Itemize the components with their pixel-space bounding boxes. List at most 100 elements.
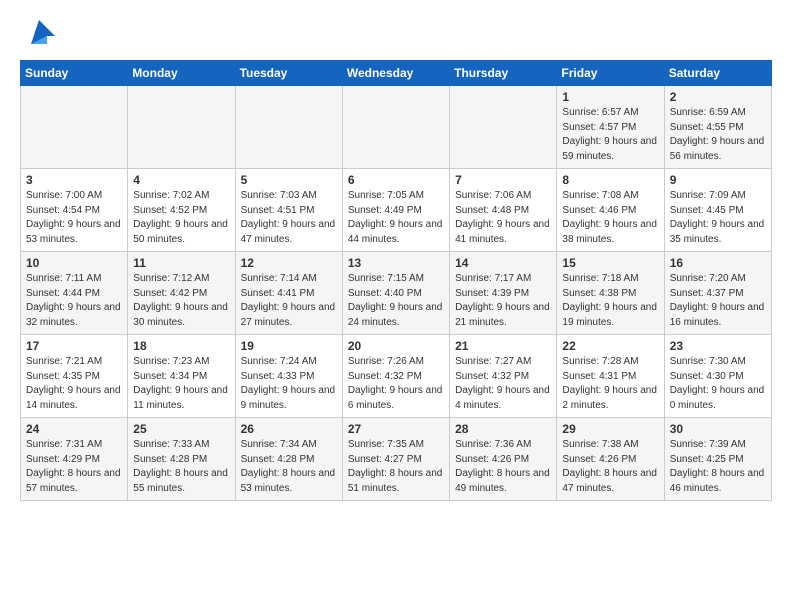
cell-3-3: 20 Sunrise: 7:26 AM Sunset: 4:32 PM Dayli… xyxy=(342,335,449,418)
day-number: 14 xyxy=(455,256,551,270)
day-number: 4 xyxy=(133,173,229,187)
weekday-thursday: Thursday xyxy=(450,61,557,86)
cell-3-4: 21 Sunrise: 7:27 AM Sunset: 4:32 PM Dayli… xyxy=(450,335,557,418)
cell-content: Sunrise: 7:30 AM Sunset: 4:30 PM Dayligh… xyxy=(670,355,766,413)
cell-2-3: 13 Sunrise: 7:15 AM Sunset: 4:40 PM Dayli… xyxy=(342,252,449,335)
cell-0-6: 2Sunrise: 6:59 AM Sunset: 4:55 PM Daylig… xyxy=(664,86,771,169)
day-number: 13 xyxy=(348,256,444,270)
day-number: 17 xyxy=(26,339,122,353)
cell-content: Sunrise: 6:59 AM Sunset: 4:55 PM Dayligh… xyxy=(670,106,766,164)
cell-content: Sunrise: 7:17 AM Sunset: 4:39 PM Dayligh… xyxy=(455,272,551,330)
day-number: 12 xyxy=(241,256,337,270)
cell-content: Sunrise: 7:31 AM Sunset: 4:29 PM Dayligh… xyxy=(26,438,122,496)
cell-3-0: 17 Sunrise: 7:21 AM Sunset: 4:35 PM Dayli… xyxy=(21,335,128,418)
day-number: 25 xyxy=(133,422,229,436)
cell-2-4: 14 Sunrise: 7:17 AM Sunset: 4:39 PM Dayli… xyxy=(450,252,557,335)
cell-content: Sunrise: 7:09 AM Sunset: 4:45 PM Dayligh… xyxy=(670,189,766,247)
cell-2-2: 12 Sunrise: 7:14 AM Sunset: 4:41 PM Dayli… xyxy=(235,252,342,335)
cell-content: Sunrise: 7:15 AM Sunset: 4:40 PM Dayligh… xyxy=(348,272,444,330)
cell-1-2: 5 Sunrise: 7:03 AM Sunset: 4:51 PM Daylig… xyxy=(235,169,342,252)
cell-content: Sunrise: 7:26 AM Sunset: 4:32 PM Dayligh… xyxy=(348,355,444,413)
cell-4-4: 28Sunrise: 7:36 AM Sunset: 4:26 PM Dayli… xyxy=(450,418,557,501)
cell-content: Sunrise: 7:34 AM Sunset: 4:28 PM Dayligh… xyxy=(241,438,337,496)
cell-1-6: 9 Sunrise: 7:09 AM Sunset: 4:45 PM Daylig… xyxy=(664,169,771,252)
cell-4-3: 27 Sunrise: 7:35 AM Sunset: 4:27 PM Dayli… xyxy=(342,418,449,501)
cell-0-5: 1Sunrise: 6:57 AM Sunset: 4:57 PM Daylig… xyxy=(557,86,664,169)
cell-content: Sunrise: 7:12 AM Sunset: 4:42 PM Dayligh… xyxy=(133,272,229,330)
header xyxy=(20,16,772,48)
cell-content: Sunrise: 7:21 AM Sunset: 4:35 PM Dayligh… xyxy=(26,355,122,413)
cell-3-2: 19 Sunrise: 7:24 AM Sunset: 4:33 PM Dayli… xyxy=(235,335,342,418)
cell-4-6: 30Sunrise: 7:39 AM Sunset: 4:25 PM Dayli… xyxy=(664,418,771,501)
day-number: 5 xyxy=(241,173,337,187)
day-number: 27 xyxy=(348,422,444,436)
day-number: 3 xyxy=(26,173,122,187)
week-row-1: 3 Sunrise: 7:00 AM Sunset: 4:54 PM Daylig… xyxy=(21,169,772,252)
cell-1-0: 3 Sunrise: 7:00 AM Sunset: 4:54 PM Daylig… xyxy=(21,169,128,252)
cell-4-1: 25 Sunrise: 7:33 AM Sunset: 4:28 PM Dayli… xyxy=(128,418,235,501)
calendar-table: SundayMondayTuesdayWednesdayThursdayFrid… xyxy=(20,60,772,501)
cell-content: Sunrise: 7:08 AM Sunset: 4:46 PM Dayligh… xyxy=(562,189,658,247)
cell-4-2: 26 Sunrise: 7:34 AM Sunset: 4:28 PM Dayli… xyxy=(235,418,342,501)
cell-0-2 xyxy=(235,86,342,169)
cell-2-1: 11 Sunrise: 7:12 AM Sunset: 4:42 PM Dayli… xyxy=(128,252,235,335)
day-number: 8 xyxy=(562,173,658,187)
day-number: 20 xyxy=(348,339,444,353)
day-number: 29 xyxy=(562,422,658,436)
day-number: 10 xyxy=(26,256,122,270)
week-row-3: 17 Sunrise: 7:21 AM Sunset: 4:35 PM Dayli… xyxy=(21,335,772,418)
day-number: 19 xyxy=(241,339,337,353)
logo xyxy=(20,16,55,48)
weekday-saturday: Saturday xyxy=(664,61,771,86)
cell-1-3: 6 Sunrise: 7:05 AM Sunset: 4:49 PM Daylig… xyxy=(342,169,449,252)
cell-content: Sunrise: 7:24 AM Sunset: 4:33 PM Dayligh… xyxy=(241,355,337,413)
cell-content: Sunrise: 7:05 AM Sunset: 4:49 PM Dayligh… xyxy=(348,189,444,247)
cell-content: Sunrise: 7:27 AM Sunset: 4:32 PM Dayligh… xyxy=(455,355,551,413)
weekday-wednesday: Wednesday xyxy=(342,61,449,86)
week-row-2: 10Sunrise: 7:11 AM Sunset: 4:44 PM Dayli… xyxy=(21,252,772,335)
cell-1-5: 8 Sunrise: 7:08 AM Sunset: 4:46 PM Daylig… xyxy=(557,169,664,252)
day-number: 7 xyxy=(455,173,551,187)
cell-4-0: 24 Sunrise: 7:31 AM Sunset: 4:29 PM Dayli… xyxy=(21,418,128,501)
logo-icon xyxy=(23,16,55,48)
weekday-sunday: Sunday xyxy=(21,61,128,86)
day-number: 21 xyxy=(455,339,551,353)
cell-content: Sunrise: 7:14 AM Sunset: 4:41 PM Dayligh… xyxy=(241,272,337,330)
cell-1-1: 4 Sunrise: 7:02 AM Sunset: 4:52 PM Daylig… xyxy=(128,169,235,252)
cell-content: Sunrise: 7:35 AM Sunset: 4:27 PM Dayligh… xyxy=(348,438,444,496)
cell-2-5: 15 Sunrise: 7:18 AM Sunset: 4:38 PM Dayli… xyxy=(557,252,664,335)
cell-1-4: 7Sunrise: 7:06 AM Sunset: 4:48 PM Daylig… xyxy=(450,169,557,252)
cell-content: Sunrise: 7:28 AM Sunset: 4:31 PM Dayligh… xyxy=(562,355,658,413)
day-number: 11 xyxy=(133,256,229,270)
cell-content: Sunrise: 7:23 AM Sunset: 4:34 PM Dayligh… xyxy=(133,355,229,413)
cell-content: Sunrise: 7:20 AM Sunset: 4:37 PM Dayligh… xyxy=(670,272,766,330)
cell-3-1: 18 Sunrise: 7:23 AM Sunset: 4:34 PM Dayli… xyxy=(128,335,235,418)
week-row-4: 24 Sunrise: 7:31 AM Sunset: 4:29 PM Dayli… xyxy=(21,418,772,501)
cell-0-0 xyxy=(21,86,128,169)
cell-0-4 xyxy=(450,86,557,169)
day-number: 28 xyxy=(455,422,551,436)
week-row-0: 1Sunrise: 6:57 AM Sunset: 4:57 PM Daylig… xyxy=(21,86,772,169)
day-number: 15 xyxy=(562,256,658,270)
day-number: 24 xyxy=(26,422,122,436)
day-number: 9 xyxy=(670,173,766,187)
weekday-header-row: SundayMondayTuesdayWednesdayThursdayFrid… xyxy=(21,61,772,86)
cell-content: Sunrise: 7:03 AM Sunset: 4:51 PM Dayligh… xyxy=(241,189,337,247)
cell-2-6: 16Sunrise: 7:20 AM Sunset: 4:37 PM Dayli… xyxy=(664,252,771,335)
day-number: 26 xyxy=(241,422,337,436)
page: SundayMondayTuesdayWednesdayThursdayFrid… xyxy=(0,0,792,511)
day-number: 6 xyxy=(348,173,444,187)
weekday-tuesday: Tuesday xyxy=(235,61,342,86)
day-number: 30 xyxy=(670,422,766,436)
weekday-friday: Friday xyxy=(557,61,664,86)
cell-content: Sunrise: 7:02 AM Sunset: 4:52 PM Dayligh… xyxy=(133,189,229,247)
cell-content: Sunrise: 7:18 AM Sunset: 4:38 PM Dayligh… xyxy=(562,272,658,330)
cell-content: Sunrise: 7:38 AM Sunset: 4:26 PM Dayligh… xyxy=(562,438,658,496)
cell-content: Sunrise: 7:33 AM Sunset: 4:28 PM Dayligh… xyxy=(133,438,229,496)
day-number: 23 xyxy=(670,339,766,353)
day-number: 1 xyxy=(562,90,658,104)
cell-content: Sunrise: 7:00 AM Sunset: 4:54 PM Dayligh… xyxy=(26,189,122,247)
day-number: 18 xyxy=(133,339,229,353)
cell-0-3 xyxy=(342,86,449,169)
cell-3-5: 22Sunrise: 7:28 AM Sunset: 4:31 PM Dayli… xyxy=(557,335,664,418)
